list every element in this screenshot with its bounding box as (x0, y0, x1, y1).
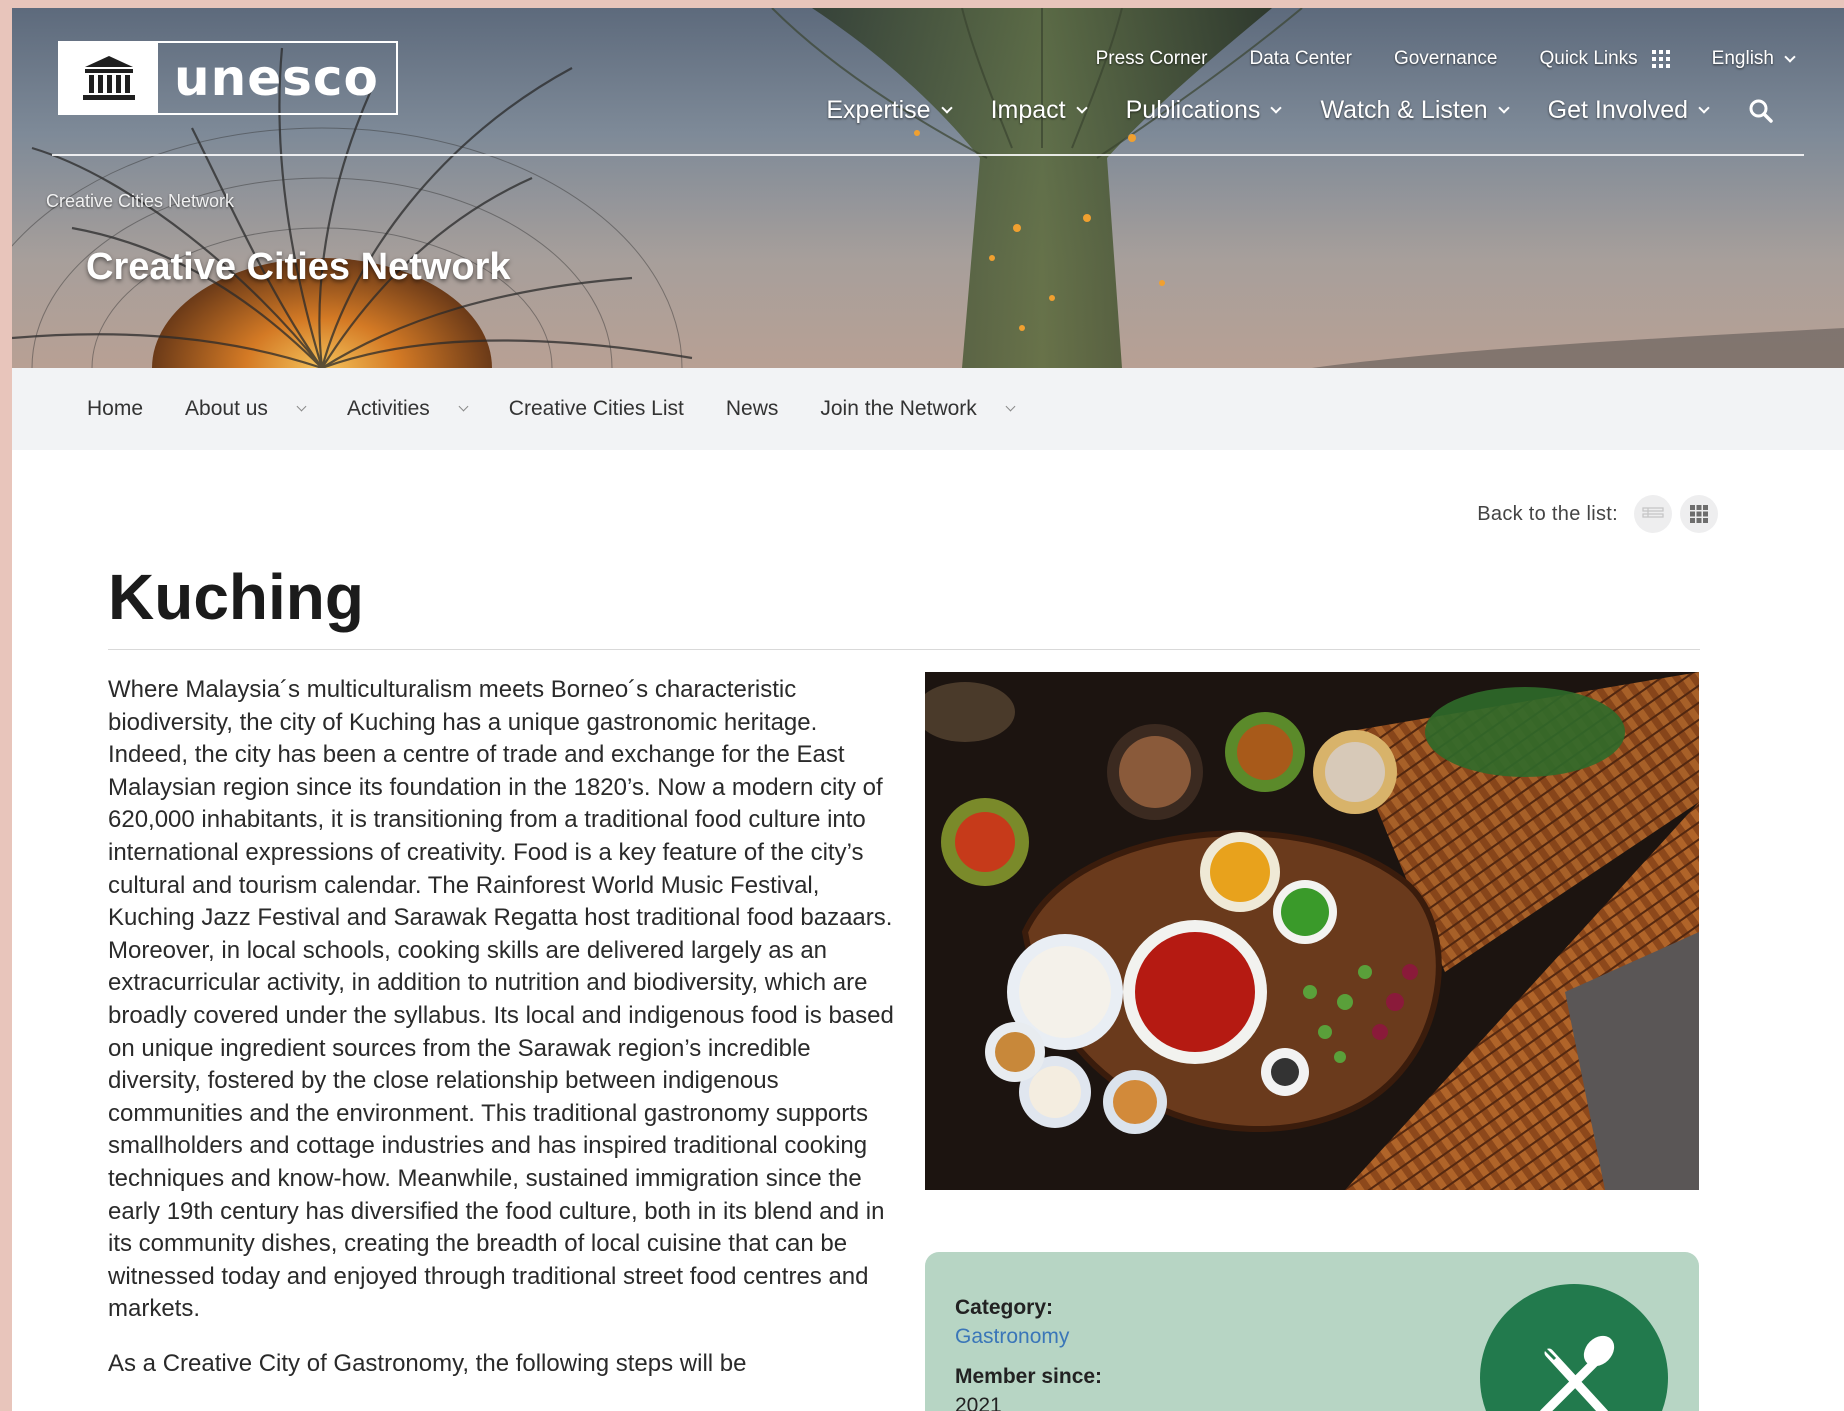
subnav-about-us-label: About us (185, 397, 268, 420)
title-divider (108, 649, 1700, 650)
nav-expertise-label: Expertise (826, 96, 931, 124)
description-paragraph: As a Creative City of Gastronomy, the fo… (108, 1349, 747, 1377)
chevron-down-icon (1270, 102, 1283, 114)
nav-watch-listen-label: Watch & Listen (1320, 96, 1488, 124)
grid-view-button[interactable] (1680, 495, 1718, 533)
city-photo (925, 672, 1699, 1190)
apps-grid-icon (1651, 50, 1670, 68)
description-paragraph: Where Malaysia´s multiculturalism meets … (108, 676, 894, 1323)
chevron-down-icon (458, 401, 469, 412)
nav-impact-label: Impact (990, 96, 1066, 124)
language-label: English (1711, 48, 1774, 69)
chevron-down-icon (1698, 102, 1710, 114)
language-selector[interactable]: English (1711, 48, 1796, 70)
press-corner-link[interactable]: Press Corner (1096, 48, 1208, 70)
quick-links-label: Quick Links (1539, 48, 1638, 69)
subnav-creative-cities-list[interactable]: Creative Cities List (509, 397, 684, 421)
chevron-down-icon (940, 102, 953, 114)
subnav-news[interactable]: News (726, 397, 779, 421)
temple-icon (60, 43, 158, 113)
unesco-logo[interactable]: unesco (58, 41, 398, 115)
subnav-news-label: News (725, 397, 779, 420)
list-view-icon (1642, 507, 1664, 518)
category-label: Category: (955, 1296, 1054, 1319)
subnav-about-us[interactable]: About us (185, 397, 307, 421)
subnav-home[interactable]: Home (87, 397, 143, 421)
back-to-list: Back to the list: (1477, 495, 1718, 533)
governance-link[interactable]: Governance (1394, 48, 1498, 70)
chevron-down-icon (1005, 401, 1016, 412)
nav-impact[interactable]: Impact (990, 96, 1088, 125)
city-description: Where Malaysia´s multiculturalism meets … (108, 674, 898, 1402)
nav-expertise[interactable]: Expertise (826, 96, 953, 125)
subnav-creative-cities-list-label: Creative Cities List (508, 397, 684, 420)
member-since-label: Member since: (955, 1365, 1103, 1388)
nav-publications[interactable]: Publications (1125, 96, 1283, 125)
chevron-down-icon (1784, 50, 1796, 63)
data-center-link[interactable]: Data Center (1250, 48, 1352, 70)
chevron-down-icon (1075, 102, 1088, 114)
nav-publications-label: Publications (1125, 96, 1261, 124)
main-nav: Expertise Impact Publications Watch & Li… (786, 96, 1774, 125)
nav-get-involved-label: Get Involved (1547, 96, 1688, 124)
search-button[interactable] (1748, 98, 1774, 124)
fork-spoon-icon (1539, 1335, 1615, 1411)
back-to-list-label: Back to the list: (1477, 502, 1618, 525)
member-since-value: 2021 (955, 1394, 1002, 1411)
hero-title: Creative Cities Network (86, 246, 511, 288)
hero-banner: unesco Press Corner Data Center Governan… (12, 8, 1844, 368)
subnav-join-the-network[interactable]: Join the Network (820, 397, 1016, 421)
utility-nav: Press Corner Data Center Governance Quic… (1054, 48, 1796, 70)
subnav-activities[interactable]: Activities (346, 397, 469, 421)
food-spread-image (925, 672, 1699, 1190)
chevron-down-icon (1497, 102, 1510, 114)
subnav-join-the-network-label: Join the Network (820, 397, 977, 420)
quick-links-button[interactable]: Quick Links (1539, 48, 1670, 70)
search-icon (1749, 99, 1773, 123)
nav-watch-listen[interactable]: Watch & Listen (1320, 96, 1510, 125)
page: unesco Press Corner Data Center Governan… (12, 8, 1844, 1411)
section-nav: Home About us Activities Creative Cities… (12, 368, 1844, 450)
subnav-home-label: Home (87, 397, 144, 420)
page-title: Kuching (108, 561, 364, 633)
gastronomy-badge (1480, 1284, 1668, 1411)
category-link[interactable]: Gastronomy (955, 1325, 1069, 1349)
city-info-card: Category: Gastronomy Member since: 2021 (925, 1252, 1699, 1411)
breadcrumb[interactable]: Creative Cities Network (46, 191, 234, 212)
grid-view-icon (1690, 505, 1708, 523)
nav-get-involved[interactable]: Get Involved (1547, 96, 1710, 125)
list-view-button[interactable] (1634, 495, 1672, 533)
subnav-activities-label: Activities (346, 397, 430, 420)
chevron-down-icon (296, 401, 307, 412)
logo-text: unesco (174, 49, 379, 107)
hero-divider (52, 154, 1804, 156)
